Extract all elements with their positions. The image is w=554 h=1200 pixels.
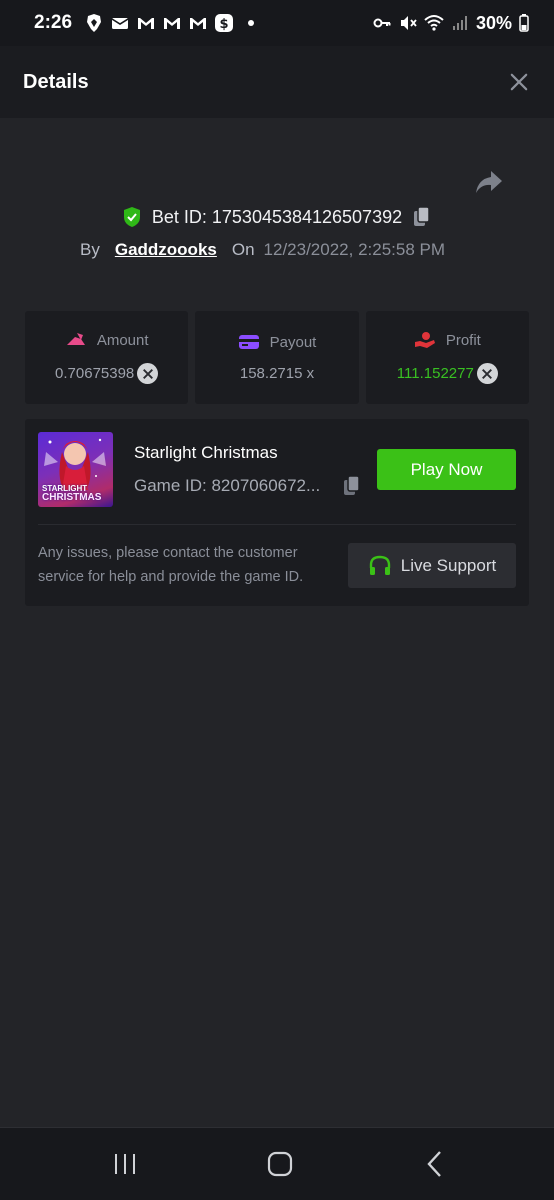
copy-bet-id-button[interactable] bbox=[412, 206, 432, 228]
stat-profit-head: Profit bbox=[414, 331, 481, 349]
coin-icon bbox=[137, 363, 159, 384]
close-icon bbox=[510, 73, 528, 91]
amount-icon bbox=[66, 333, 85, 345]
wifi-icon bbox=[424, 13, 444, 33]
game-name: Starlight Christmas bbox=[134, 443, 278, 462]
game-card: STARLIGHT CHRISTMAS Starlight Christmas … bbox=[25, 419, 529, 606]
status-time: 2:26 bbox=[34, 12, 73, 33]
bet-meta-row: By Gaddzoooks On 12/23/2022, 2:25:58 PM bbox=[80, 240, 445, 260]
close-button[interactable] bbox=[506, 69, 532, 95]
bet-stats: Amount 0.70675398 Payout 158.2715 x Prof… bbox=[25, 311, 529, 404]
home-button[interactable] bbox=[265, 1150, 295, 1178]
brave-icon bbox=[84, 13, 104, 33]
signal-icon bbox=[450, 13, 470, 33]
notification-dot bbox=[248, 20, 255, 26]
bet-id: Bet ID: 1753045384126507392 bbox=[151, 206, 403, 227]
live-support-button[interactable]: Live Support bbox=[348, 543, 516, 588]
gmail-icon bbox=[188, 13, 208, 33]
game-thumbnail[interactable]: STARLIGHT CHRISTMAS bbox=[38, 432, 113, 507]
stat-profit-row: 111.152277 bbox=[397, 363, 498, 384]
stat-payout-row: 158.2715 x bbox=[240, 365, 314, 382]
stat-profit-value: 111.152277 bbox=[396, 365, 474, 382]
svg-text:$: $ bbox=[220, 17, 229, 32]
bet-id-row: Bet ID: 1753045384126507392 bbox=[0, 206, 554, 228]
stat-amount: Amount 0.70675398 bbox=[25, 311, 189, 404]
payout-card-icon bbox=[238, 335, 259, 349]
game-id: Game ID: 8207060672... bbox=[134, 476, 321, 495]
mail-icon bbox=[110, 13, 130, 33]
stat-profit-label: Profit bbox=[445, 331, 481, 349]
headset-icon bbox=[369, 555, 390, 575]
status-bar-left: 2:26 $ bbox=[34, 12, 255, 34]
verified-shield-icon bbox=[122, 206, 142, 228]
copy-icon bbox=[414, 206, 430, 226]
share-button[interactable] bbox=[474, 168, 504, 196]
by-label: By bbox=[80, 240, 100, 259]
stat-payout: Payout 158.2715 x bbox=[195, 311, 359, 404]
game-thumbnail-title: STARLIGHT CHRISTMAS bbox=[42, 484, 110, 503]
page-title: Details bbox=[23, 70, 89, 93]
stat-amount-value: 0.70675398 bbox=[55, 365, 135, 382]
back-icon bbox=[427, 1151, 441, 1177]
stat-amount-head: Amount bbox=[65, 331, 149, 349]
share-icon bbox=[476, 171, 502, 193]
play-now-button[interactable]: Play Now bbox=[377, 449, 516, 490]
stat-payout-head: Payout bbox=[238, 333, 317, 351]
username-link[interactable]: Gaddzoooks bbox=[115, 240, 217, 260]
battery-icon bbox=[518, 13, 530, 33]
mute-icon bbox=[398, 13, 418, 33]
support-help-text: Any issues, please contact the customer … bbox=[38, 545, 304, 585]
stat-payout-label: Payout bbox=[269, 333, 317, 351]
copy-game-id-button[interactable] bbox=[342, 475, 364, 497]
details-header: Details bbox=[0, 46, 554, 118]
cash-app-icon: $ bbox=[214, 13, 234, 33]
key-icon bbox=[372, 13, 392, 33]
profit-hand-icon bbox=[414, 332, 435, 348]
gmail-icon bbox=[136, 13, 156, 33]
recent-apps-button[interactable] bbox=[110, 1150, 140, 1178]
recent-apps-icon bbox=[115, 1154, 135, 1174]
coin-icon bbox=[476, 363, 498, 384]
gmail-icon bbox=[162, 13, 182, 33]
on-label: On bbox=[231, 240, 255, 259]
system-nav-bar bbox=[0, 1127, 554, 1200]
thumb-line-2: CHRISTMAS bbox=[42, 492, 102, 503]
stat-profit: Profit 111.152277 bbox=[365, 311, 529, 404]
back-button[interactable] bbox=[420, 1150, 450, 1178]
stat-amount-label: Amount bbox=[96, 331, 149, 349]
live-support-label: Live Support bbox=[400, 555, 497, 575]
home-icon bbox=[267, 1151, 293, 1177]
copy-icon bbox=[344, 475, 360, 495]
bet-date: 12/23/2022, 2:25:58 PM bbox=[263, 240, 446, 259]
divider bbox=[38, 524, 516, 525]
stat-payout-value: 158.2715 x bbox=[239, 365, 315, 382]
stat-amount-row: 0.70675398 bbox=[55, 363, 159, 384]
battery-percent: 30% bbox=[475, 12, 512, 33]
status-bar: 2:26 $ 30% bbox=[0, 0, 554, 46]
status-bar-right: 30% bbox=[372, 13, 530, 34]
